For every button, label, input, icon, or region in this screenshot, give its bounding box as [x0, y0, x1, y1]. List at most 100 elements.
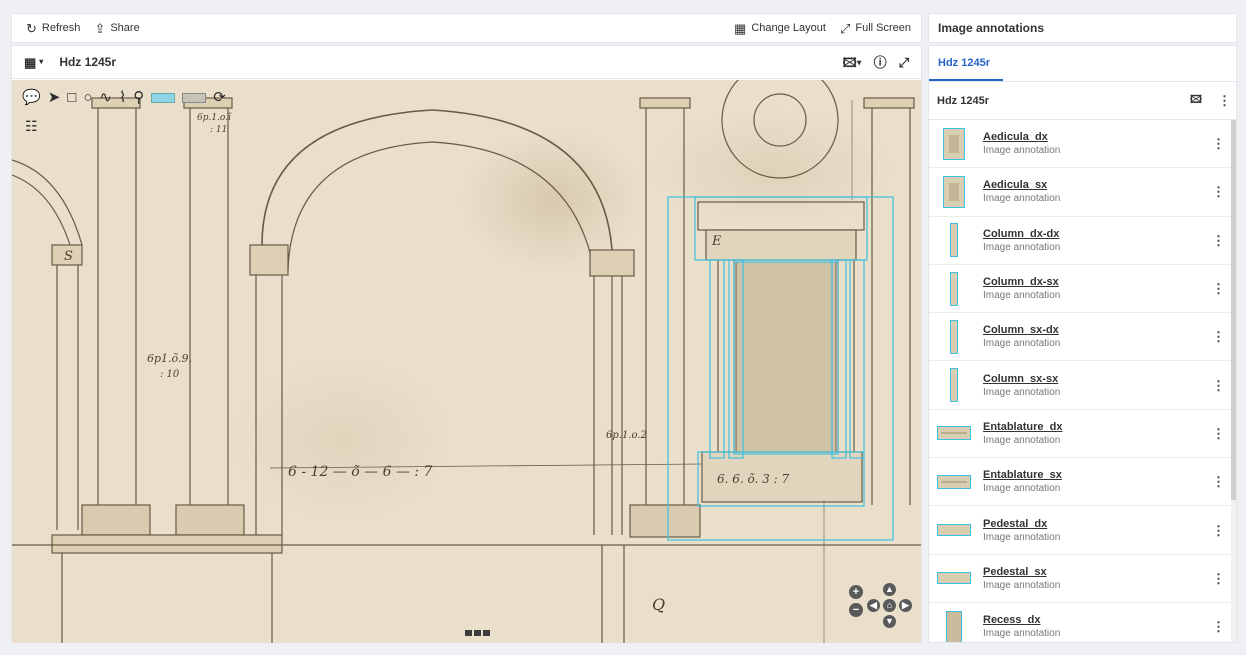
- annotation-text: Pedestal_sx Image annotation: [983, 566, 1060, 591]
- manuscript-drawing: S E Q 6 - 12 — õ — 6 — : 7 6p1.õ.9. : 10…: [12, 80, 921, 643]
- annotation-name[interactable]: Column_dx-dx: [983, 228, 1060, 240]
- annotation-name[interactable]: Pedestal_sx: [983, 566, 1060, 578]
- fill-color-swatch[interactable]: [182, 92, 207, 103]
- annotation-thumbnail: [937, 175, 971, 209]
- kebab-menu-icon[interactable]: ⋮: [1212, 572, 1225, 585]
- list-item[interactable]: Aedicula_sx Image annotation ⋮: [929, 168, 1236, 217]
- kebab-menu-icon[interactable]: ⋮: [1212, 185, 1225, 198]
- kebab-menu-icon[interactable]: ⋮: [1212, 475, 1225, 488]
- list-item[interactable]: Column_dx-sx Image annotation ⋮: [929, 265, 1236, 314]
- kebab-menu-icon[interactable]: ⋮: [1218, 94, 1231, 107]
- note-e: E: [711, 234, 722, 249]
- refresh-label: Refresh: [41, 22, 81, 34]
- pin-icon[interactable]: ⚲: [133, 90, 144, 105]
- list-item[interactable]: Entablature_sx Image annotation ⋮: [929, 458, 1236, 507]
- rectangle-icon[interactable]: □: [67, 90, 76, 105]
- annotation-name[interactable]: Aedicula_sx: [983, 179, 1060, 191]
- annotation-list: Aedicula_dx Image annotation ⋮ Aedicula_sx I…: [929, 120, 1236, 642]
- manuscript-canvas[interactable]: S E Q 6 - 12 — õ — 6 — : 7 6p1.õ.9. : 10…: [12, 80, 921, 643]
- kebab-menu-icon[interactable]: ⋮: [1212, 330, 1225, 343]
- annotation-text: Column_dx-sx Image annotation: [983, 276, 1060, 301]
- full-screen-label: Full Screen: [855, 22, 911, 34]
- pan-right-icon[interactable]: ▶: [899, 599, 912, 612]
- freehand-icon[interactable]: ∿: [99, 90, 112, 105]
- change-layout-label: Change Layout: [751, 22, 826, 34]
- annotation-name[interactable]: Entablature_dx: [983, 421, 1062, 433]
- zoom-in-icon[interactable]: +: [849, 585, 863, 599]
- kebab-menu-icon[interactable]: ⋮: [1212, 524, 1225, 537]
- sync-icon[interactable]: ⟳: [213, 90, 226, 105]
- annotation-text: Recess_dx Image annotation: [983, 614, 1060, 639]
- note-dim-main: 6 - 12 — õ — 6 — : 7: [288, 464, 433, 480]
- annotation-list-container: Hdz 1245r 🖾 ⋮ Aedicula_dx Image annotatio…: [928, 81, 1237, 643]
- panel-tabs: Hdz 1245r: [928, 45, 1237, 82]
- list-item[interactable]: Aedicula_dx Image annotation ⋮: [929, 120, 1236, 169]
- polyline-icon[interactable]: ⌇: [119, 90, 126, 105]
- maximize-icon[interactable]: ⤢: [899, 56, 909, 69]
- image-tools-icon[interactable]: 🖾▾: [843, 56, 862, 69]
- info-icon[interactable]: ⓘ: [874, 56, 887, 69]
- list-item[interactable]: Recess_dx Image annotation ⋮: [929, 603, 1236, 642]
- refresh-button[interactable]: ↻ Refresh: [26, 22, 80, 35]
- annotation-name[interactable]: Aedicula_dx: [983, 131, 1060, 143]
- note-dim-niche: 6. 6. õ. 3 : 7: [717, 472, 789, 486]
- list-item[interactable]: Pedestal_sx Image annotation ⋮: [929, 555, 1236, 603]
- list-item[interactable]: Pedestal_dx Image annotation ⋮: [929, 506, 1236, 555]
- annotation-text: Column_sx-dx Image annotation: [983, 324, 1060, 349]
- annotation-thumbnail: [937, 416, 971, 450]
- sliders-icon[interactable]: ☷: [25, 118, 38, 135]
- kebab-menu-icon[interactable]: ⋮: [1212, 427, 1225, 440]
- image-icon[interactable]: 🖾: [1190, 95, 1202, 106]
- kebab-menu-icon[interactable]: ⋮: [1212, 379, 1225, 392]
- annotation-name[interactable]: Entablature_sx: [983, 469, 1062, 481]
- ellipse-icon[interactable]: ○: [83, 90, 92, 105]
- annotation-text: Pedestal_dx Image annotation: [983, 518, 1060, 543]
- comment-icon[interactable]: 💬: [22, 90, 41, 105]
- pan-up-icon[interactable]: ▲: [883, 583, 896, 596]
- pointer-icon[interactable]: ➤: [48, 90, 61, 105]
- annotation-name[interactable]: Column_dx-sx: [983, 276, 1060, 288]
- full-screen-button[interactable]: ⤢ Full Screen: [840, 22, 911, 35]
- annotation-name[interactable]: Column_sx-sx: [983, 373, 1060, 385]
- home-icon[interactable]: ⌂: [883, 599, 896, 612]
- note-s: S: [64, 249, 73, 264]
- note-dim-left-sub: : 10: [160, 369, 180, 380]
- kebab-menu-icon[interactable]: ⋮: [1212, 234, 1225, 247]
- annotation-text: Aedicula_dx Image annotation: [983, 131, 1060, 156]
- annotation-thumbnail: [937, 127, 971, 161]
- tab-hdz-1245r[interactable]: Hdz 1245r: [929, 46, 1003, 82]
- annotation-type: Image annotation: [983, 193, 1061, 205]
- pan-left-icon[interactable]: ◀: [867, 599, 880, 612]
- annotation-type: Image annotation: [983, 145, 1061, 157]
- window-layout-button[interactable]: ▦ ▾: [24, 56, 43, 69]
- annotation-name[interactable]: Pedestal_dx: [983, 518, 1060, 530]
- stroke-color-swatch[interactable]: [151, 92, 176, 103]
- pan-controls: ▲ ◀ ⌂ ▶ ▼: [867, 583, 912, 629]
- share-button[interactable]: ⇪ Share: [94, 22, 139, 35]
- annotation-thumbnail: [937, 610, 971, 642]
- scrollbar-thumb[interactable]: [1231, 120, 1236, 500]
- dot: [474, 630, 481, 636]
- annotation-thumbnail: [937, 513, 971, 547]
- change-layout-button[interactable]: ▦ Change Layout: [734, 22, 826, 35]
- ink-stain: [232, 360, 452, 520]
- annotations-panel: Image annotations Hdz 1245r Hdz 1245r 🖾 …: [928, 13, 1237, 643]
- note-dim-mid: 6p.1.o.2: [606, 430, 647, 441]
- refresh-icon: ↻: [26, 20, 37, 36]
- list-item[interactable]: Column_sx-dx Image annotation ⋮: [929, 313, 1236, 362]
- annotation-name[interactable]: Column_sx-dx: [983, 324, 1060, 336]
- more-options-handle[interactable]: [465, 630, 490, 636]
- kebab-menu-icon[interactable]: ⋮: [1212, 137, 1225, 150]
- pan-down-icon[interactable]: ▼: [883, 615, 896, 628]
- list-item[interactable]: Column_dx-dx Image annotation ⋮: [929, 217, 1236, 265]
- kebab-menu-icon[interactable]: ⋮: [1212, 282, 1225, 295]
- list-item[interactable]: Entablature_dx Image annotation ⋮: [929, 410, 1236, 459]
- annotation-type: Image annotation: [983, 241, 1061, 253]
- caret-down-icon: ▾: [39, 57, 44, 66]
- grid-icon: ▦: [24, 54, 37, 70]
- list-item[interactable]: Column_sx-sx Image annotation ⋮: [929, 361, 1236, 410]
- zoom-out-icon[interactable]: −: [849, 603, 863, 617]
- annotation-thumbnail: [937, 368, 971, 403]
- kebab-menu-icon[interactable]: ⋮: [1212, 620, 1225, 633]
- annotation-name[interactable]: Recess_dx: [983, 614, 1060, 626]
